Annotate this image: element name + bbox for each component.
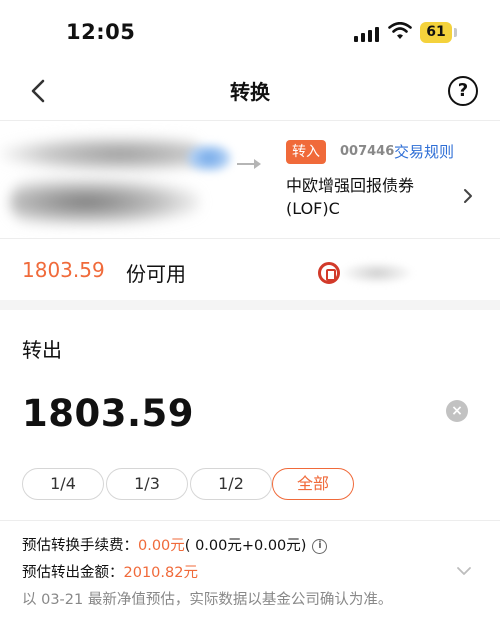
section-gap xyxy=(0,300,500,310)
transfer-out-amount-input[interactable]: 1803.59 xyxy=(22,392,194,435)
quick-select-quarter[interactable]: 1/4 xyxy=(22,468,104,500)
quick-select-all[interactable]: 全部 xyxy=(272,468,354,500)
divider xyxy=(0,520,500,521)
status-bar: 12:05 61 xyxy=(0,0,500,62)
wifi-icon xyxy=(388,22,412,39)
divider xyxy=(0,120,500,121)
available-unit-label: 份可用 xyxy=(126,262,186,286)
estimated-fee-row: 预估转换手续费：0.00元( 0.00元+0.00元) i xyxy=(22,536,328,556)
available-amount: 1803.59 xyxy=(22,258,105,282)
fund-code: 007446 xyxy=(340,144,395,159)
divider xyxy=(0,238,500,239)
page-title: 转换 xyxy=(230,80,270,104)
battery-icon: 61 xyxy=(420,22,452,43)
cellular-signal-icon xyxy=(354,26,380,42)
quick-select-half[interactable]: 1/2 xyxy=(190,468,272,500)
fund-transfer-row[interactable]: 转入 007446 交易规则 中欧增强回报债券(LOF)C xyxy=(0,122,500,238)
trade-rules-link[interactable]: 交易规则 xyxy=(394,140,454,164)
status-time: 12:05 xyxy=(66,20,136,44)
battery-tip xyxy=(454,28,457,37)
chevron-right-icon xyxy=(464,189,472,203)
estimated-amount-row: 预估转出金额：2010.82元 xyxy=(22,563,198,583)
clear-icon[interactable]: × xyxy=(446,400,468,422)
fee-value: 0.00元 xyxy=(138,538,185,554)
info-icon[interactable]: i xyxy=(312,538,328,554)
bank-logo-icon xyxy=(318,262,340,284)
transfer-in-badge: 转入 xyxy=(286,140,326,164)
source-fund-redacted xyxy=(0,136,200,172)
chevron-down-icon[interactable] xyxy=(456,566,472,576)
target-fund-name: 中欧增强回报债券(LOF)C xyxy=(286,176,415,218)
transfer-out-label: 转出 xyxy=(22,338,62,362)
arrow-right-icon xyxy=(237,159,261,169)
amount-label: 预估转出金额： xyxy=(22,565,124,581)
help-icon[interactable]: ? xyxy=(448,76,478,106)
source-fund-redacted xyxy=(186,144,232,172)
amount-value: 2010.82元 xyxy=(123,565,198,581)
quick-select-third[interactable]: 1/3 xyxy=(106,468,188,500)
available-shares-row: 1803.59 份可用 xyxy=(0,244,500,300)
fee-label: 预估转换手续费： xyxy=(22,538,138,554)
bank-name-redacted xyxy=(342,262,412,284)
nav-bar: 转换 ? xyxy=(0,62,500,120)
fee-breakdown: ( 0.00元+0.00元) xyxy=(184,538,307,554)
estimate-note: 以 03-21 最新净值预估，实际数据以基金公司确认为准。 xyxy=(22,592,393,608)
source-fund-redacted xyxy=(10,178,200,226)
